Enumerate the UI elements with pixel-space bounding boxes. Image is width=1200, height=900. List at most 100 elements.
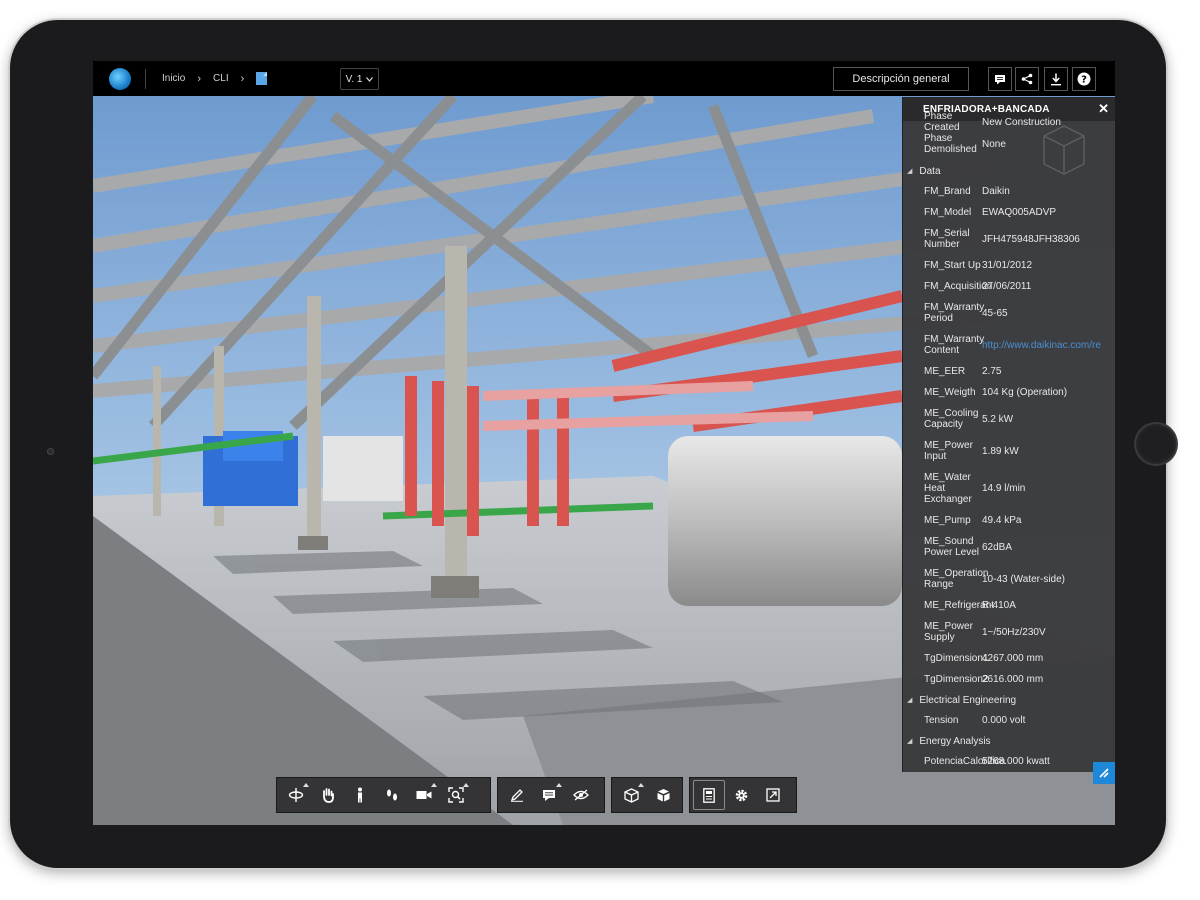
property-value: Daikin	[982, 186, 1010, 197]
property-value: 4267.000 mm	[982, 653, 1044, 664]
property-value: 49.4 kPa	[982, 515, 1022, 526]
walk-person-icon[interactable]	[344, 780, 376, 810]
description-button[interactable]: Descripción general	[833, 67, 969, 91]
settings-gear-icon[interactable]	[725, 780, 757, 810]
pan-icon[interactable]	[312, 780, 344, 810]
front-camera	[47, 448, 54, 455]
property-value: 31/01/2012	[982, 260, 1033, 271]
category-electrical[interactable]: ◢ Electrical Engineering	[903, 690, 1115, 710]
property-row: ME_EER 2.75	[903, 361, 1115, 382]
hide-eye-icon[interactable]	[565, 780, 597, 810]
property-key: ME_Power Supply	[924, 621, 973, 643]
property-key: FM_Acquisition	[924, 281, 993, 292]
svg-text:?: ?	[1081, 75, 1087, 86]
property-row: TgDimension1 4267.000 mm	[903, 648, 1115, 669]
property-row: FM_Model EWAQ005ADVP	[903, 202, 1115, 223]
share-icon[interactable]	[1015, 67, 1039, 91]
camera-icon[interactable]	[408, 780, 440, 810]
property-key: ME_Power Input	[924, 440, 973, 462]
version-label: V. 1	[345, 73, 363, 85]
property-key: ME_Weigth	[924, 387, 976, 398]
markup-toolbar	[497, 777, 605, 813]
property-key: FM_Start Up	[924, 260, 981, 271]
property-row: ME_Water Heat Exchanger 14.9 l/min	[903, 467, 1115, 510]
orbit-icon[interactable]	[280, 780, 312, 810]
property-value: 2616.000 mm	[982, 674, 1044, 685]
close-icon[interactable]: ✕	[1098, 101, 1109, 117]
property-row: ME_Power Input 1.89 kW	[903, 435, 1115, 467]
fullscreen-icon[interactable]	[757, 780, 789, 810]
property-value: 62dBA	[982, 541, 1013, 553]
property-row: ME_Refrigerant R-410A	[903, 595, 1115, 616]
property-value: 45-65	[982, 307, 1008, 319]
property-key: FM_Model	[924, 207, 972, 218]
property-key: ME_Operation Range	[924, 568, 989, 590]
markup-pen-icon[interactable]	[501, 780, 533, 810]
property-key: Phase Demolished	[924, 133, 977, 155]
property-row: ME_Operation Range 10-43 (Water-side)	[903, 563, 1115, 595]
property-value: 1~/50Hz/230V	[982, 626, 1046, 638]
property-row: ME_Weigth 104 Kg (Operation)	[903, 382, 1115, 403]
property-row: ME_Pump 49.4 kPa	[903, 510, 1115, 531]
explode-cube-icon[interactable]	[647, 780, 679, 810]
breadcrumb-home[interactable]: Inicio	[162, 73, 185, 84]
property-value: 14.9 l/min	[982, 483, 1026, 494]
property-value: 2.75	[982, 366, 1002, 377]
triangle-down-icon: ◢	[907, 697, 913, 704]
property-row: FM_Acquisition 27/06/2011	[903, 276, 1115, 297]
properties-icon[interactable]	[693, 780, 725, 810]
comment-icon[interactable]	[988, 67, 1012, 91]
home-button[interactable]	[1136, 424, 1176, 464]
properties-panel: ENFRIADORA+BANCADA ✕ Phase Created New C…	[902, 97, 1115, 772]
breadcrumb-project[interactable]: CLI	[213, 73, 229, 84]
property-key: Phase Created	[924, 111, 960, 133]
app-logo-icon[interactable]	[109, 67, 131, 90]
property-key: Tension	[924, 715, 959, 726]
property-row: FM_Warranty Period 45-65	[903, 297, 1115, 329]
property-key: ME_Pump	[924, 515, 971, 526]
comment-balloon-icon[interactable]	[533, 780, 565, 810]
chevron-right-icon: ›	[240, 72, 245, 85]
watermark-box-icon	[1043, 125, 1085, 175]
property-row: Tension 0.000 volt	[903, 710, 1115, 731]
chevron-down-icon	[366, 76, 374, 82]
property-key: FM_Brand	[924, 186, 971, 197]
footsteps-icon[interactable]	[376, 780, 408, 810]
property-value: JFH475948JFH38306	[982, 233, 1080, 245]
download-icon[interactable]	[1044, 67, 1068, 91]
property-key: TgDimension2	[924, 674, 989, 685]
property-value: 1.89 kW	[982, 445, 1019, 457]
category-label: Data	[919, 165, 941, 177]
category-label: Electrical Engineering	[919, 694, 1017, 706]
property-value: EWAQ005ADVP	[982, 207, 1057, 218]
help-icon[interactable]: ?	[1072, 67, 1096, 91]
top-bar: Inicio › CLI › V. 1 Descripción general …	[93, 61, 1115, 96]
property-key: ME_Water Heat Exchanger	[924, 472, 972, 505]
property-row: TgDimension2 2616.000 mm	[903, 669, 1115, 690]
property-key: FM_Warranty Period	[924, 302, 985, 324]
property-key: PotenciaCalorífica	[924, 756, 1006, 767]
property-value: 27/06/2011	[982, 281, 1032, 292]
property-row: FM_Warranty Content http://www.daikinac.c…	[903, 329, 1115, 361]
category-energy[interactable]: ◢ Energy Analysis	[903, 731, 1115, 751]
triangle-down-icon: ◢	[907, 738, 913, 745]
property-key: FM_Serial Number	[924, 228, 970, 250]
property-row: ME_Power Supply 1~/50Hz/230V	[903, 616, 1115, 648]
property-key: FM_Warranty Content	[924, 334, 985, 356]
model-toolbar	[611, 777, 683, 813]
property-row: ME_Cooling Capacity 5.2 kW	[903, 403, 1115, 435]
resize-handle-icon[interactable]	[1093, 762, 1115, 784]
property-value: 10-43 (Water-side)	[982, 573, 1065, 585]
property-value: 5.2 kW	[982, 413, 1014, 425]
warranty-link[interactable]: http://www.daikinac.com/re	[982, 340, 1115, 351]
property-value: 0.000 volt	[982, 715, 1026, 726]
fit-view-icon[interactable]	[440, 780, 472, 810]
property-row: FM_Start Up 31/01/2012	[903, 255, 1115, 276]
category-label: Energy Analysis	[919, 735, 991, 747]
property-key: TgDimension1	[924, 653, 989, 664]
rvt-file-icon[interactable]	[256, 72, 268, 85]
property-row: FM_Serial Number JFH475948JFH38306	[903, 223, 1115, 255]
version-select[interactable]: V. 1	[340, 68, 379, 90]
triangle-down-icon: ◢	[907, 168, 913, 175]
model-structure-icon[interactable]	[615, 780, 647, 810]
